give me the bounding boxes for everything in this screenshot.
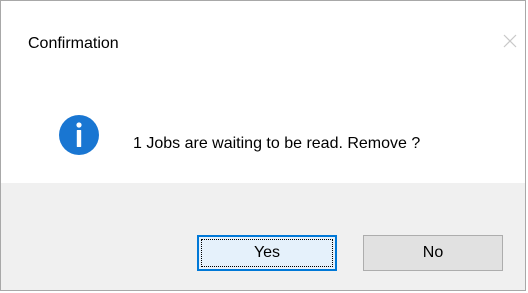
info-icon	[59, 115, 99, 155]
close-button[interactable]	[495, 26, 525, 56]
message-area: 1 Jobs are waiting to be read. Remove ?	[1, 77, 525, 183]
confirmation-dialog: Confirmation 1 Jobs are waiting to be re…	[0, 0, 526, 291]
dialog-title: Confirmation	[28, 35, 119, 52]
no-button-label: No	[422, 244, 444, 261]
close-icon	[503, 34, 517, 48]
button-bar: Yes No	[1, 183, 525, 290]
yes-button[interactable]: Yes	[197, 235, 337, 271]
yes-button-label: Yes	[253, 244, 281, 261]
title-bar: Confirmation	[1, 1, 525, 77]
message-text: 1 Jobs are waiting to be read. Remove ?	[133, 135, 421, 152]
no-button[interactable]: No	[363, 235, 503, 271]
